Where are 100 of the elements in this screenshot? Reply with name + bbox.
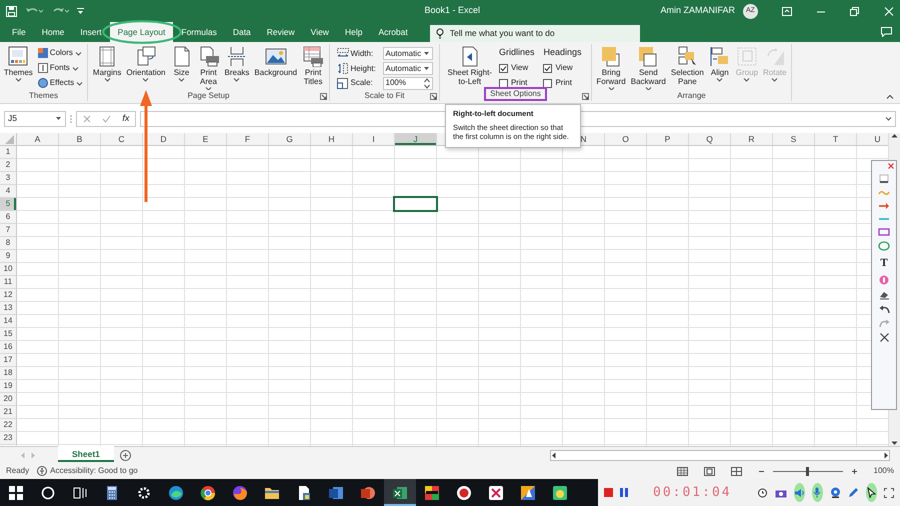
search-field[interactable]: Tell me what you want to do xyxy=(450,26,630,40)
zoom-slider-thumb[interactable] xyxy=(806,466,810,476)
row-header[interactable]: 8 xyxy=(0,237,17,250)
close-icon[interactable] xyxy=(888,163,894,169)
spinner-arrows-icon[interactable] xyxy=(424,78,430,89)
ribbon-button[interactable]: Orientation xyxy=(124,46,168,90)
ribbon-display-icon[interactable] xyxy=(782,6,792,16)
ribbon-tab[interactable]: Review xyxy=(258,22,303,42)
column-header[interactable]: B xyxy=(59,133,101,145)
undo-icon[interactable] xyxy=(878,305,890,314)
search-box[interactable]: Tell me what you want to do xyxy=(430,24,640,42)
app-icon[interactable] xyxy=(424,484,440,500)
ribbon-button[interactable]: Fonts xyxy=(36,61,84,75)
zoom-in-icon[interactable] xyxy=(850,468,858,474)
ribbon-tab[interactable]: File xyxy=(4,22,34,42)
ribbon-button[interactable]: Effects xyxy=(36,76,84,90)
dialog-launcher-icon[interactable] xyxy=(582,93,589,100)
checkbox-label[interactable]: Print xyxy=(555,77,572,89)
whiteboard-icon[interactable] xyxy=(879,174,889,184)
scroll-up-icon[interactable] xyxy=(891,133,898,138)
checkbox[interactable] xyxy=(543,78,552,88)
row-header[interactable]: 13 xyxy=(0,302,17,315)
ribbon-button[interactable]: Align xyxy=(706,46,733,90)
accessibility-icon[interactable] xyxy=(37,466,48,476)
accessibility-status[interactable]: Accessibility: Good to go xyxy=(50,465,138,477)
caret-icon[interactable] xyxy=(422,66,430,71)
browser-icon[interactable] xyxy=(200,484,216,500)
row-header[interactable]: 6 xyxy=(0,211,17,224)
row-header[interactable]: 21 xyxy=(0,406,17,419)
ribbon-tab[interactable]: Home xyxy=(34,22,72,42)
row-header[interactable]: 22 xyxy=(0,419,17,432)
row-header[interactable]: 14 xyxy=(0,315,17,328)
page-break-view-icon[interactable] xyxy=(730,466,742,476)
row-header[interactable]: 4 xyxy=(0,185,17,198)
row-header[interactable]: 10 xyxy=(0,263,17,276)
app-icon[interactable] xyxy=(520,484,536,500)
spreadsheet-app-icon[interactable] xyxy=(392,484,408,500)
checkbox[interactable] xyxy=(498,78,508,88)
restore-icon[interactable] xyxy=(850,6,860,16)
caret-icon[interactable] xyxy=(55,116,62,121)
save-icon[interactable] xyxy=(6,6,17,16)
app-icon[interactable] xyxy=(552,484,568,500)
row-header[interactable]: 18 xyxy=(0,367,17,380)
ribbon-button[interactable]: Send Backward xyxy=(628,46,668,90)
normal-view-icon[interactable] xyxy=(676,466,688,476)
column-header[interactable]: P xyxy=(647,133,689,145)
windows-logo-icon[interactable] xyxy=(8,484,24,500)
ribbon-tab[interactable]: Data xyxy=(224,22,259,42)
row-header[interactable]: 9 xyxy=(0,250,17,263)
spin-field[interactable]: 100% xyxy=(382,76,432,90)
search-icon[interactable] xyxy=(40,484,56,500)
column-header[interactable]: H xyxy=(311,133,353,145)
calculator-icon[interactable] xyxy=(104,484,120,500)
column-header[interactable]: E xyxy=(185,133,227,145)
row-header[interactable]: 16 xyxy=(0,341,17,354)
browser-icon[interactable] xyxy=(168,484,184,500)
ribbon-button[interactable]: Sheet Right- to-Left xyxy=(445,46,494,90)
zoom-level[interactable]: 100% xyxy=(874,465,894,477)
scroll-right-icon[interactable] xyxy=(884,452,889,458)
page-layout-view-icon[interactable] xyxy=(704,466,715,476)
ribbon-tab[interactable]: Help xyxy=(336,22,370,42)
row-header[interactable]: 2 xyxy=(0,159,17,172)
row-header[interactable]: 11 xyxy=(0,276,17,289)
browser-icon[interactable] xyxy=(232,484,248,500)
ribbon-button[interactable]: Colors xyxy=(36,46,84,60)
column-header[interactable]: D xyxy=(143,133,185,145)
pen-icon[interactable] xyxy=(848,487,859,498)
row-header[interactable]: 7 xyxy=(0,224,17,237)
row-header[interactable]: 12 xyxy=(0,289,17,302)
ribbon-button[interactable]: Themes xyxy=(3,46,35,90)
row-header[interactable]: 20 xyxy=(0,393,17,406)
row-header[interactable]: 17 xyxy=(0,354,17,367)
ribbon-button[interactable]: Margins xyxy=(91,46,124,90)
row-header[interactable]: 23 xyxy=(0,432,17,445)
column-header[interactable]: O xyxy=(605,133,647,145)
presentation-app-icon[interactable] xyxy=(360,484,376,500)
collapse-ribbon-icon[interactable] xyxy=(886,94,894,99)
column-header[interactable]: R xyxy=(731,133,773,145)
ribbon-button[interactable]: Size xyxy=(168,46,194,90)
alarm-clock-icon[interactable] xyxy=(756,487,768,498)
row-header[interactable]: 15 xyxy=(0,328,17,341)
eraser-icon[interactable] xyxy=(878,290,890,300)
checkbox-label[interactable]: View xyxy=(510,62,528,74)
speaker-icon[interactable] xyxy=(794,488,805,498)
text-tool-button[interactable]: T xyxy=(880,256,888,270)
ribbon-tab[interactable]: View xyxy=(302,22,337,42)
checkbox[interactable] xyxy=(543,64,552,72)
row-header[interactable]: 5 xyxy=(0,198,17,211)
ribbon-button[interactable]: Print Area xyxy=(196,46,222,90)
microphone-icon[interactable] xyxy=(813,487,822,498)
caret-icon[interactable] xyxy=(422,51,430,56)
column-header[interactable]: A xyxy=(17,133,59,145)
name-box[interactable]: J5 xyxy=(4,110,66,126)
dropdown-field[interactable]: Automatic xyxy=(382,47,432,60)
fullscreen-icon[interactable] xyxy=(884,488,894,498)
ribbon-button[interactable]: Breaks xyxy=(222,46,252,90)
rectangle-icon[interactable] xyxy=(878,228,890,236)
comment-icon[interactable] xyxy=(881,27,892,37)
checkbox-label[interactable]: View xyxy=(555,62,573,74)
dialog-launcher-icon[interactable] xyxy=(320,93,327,100)
